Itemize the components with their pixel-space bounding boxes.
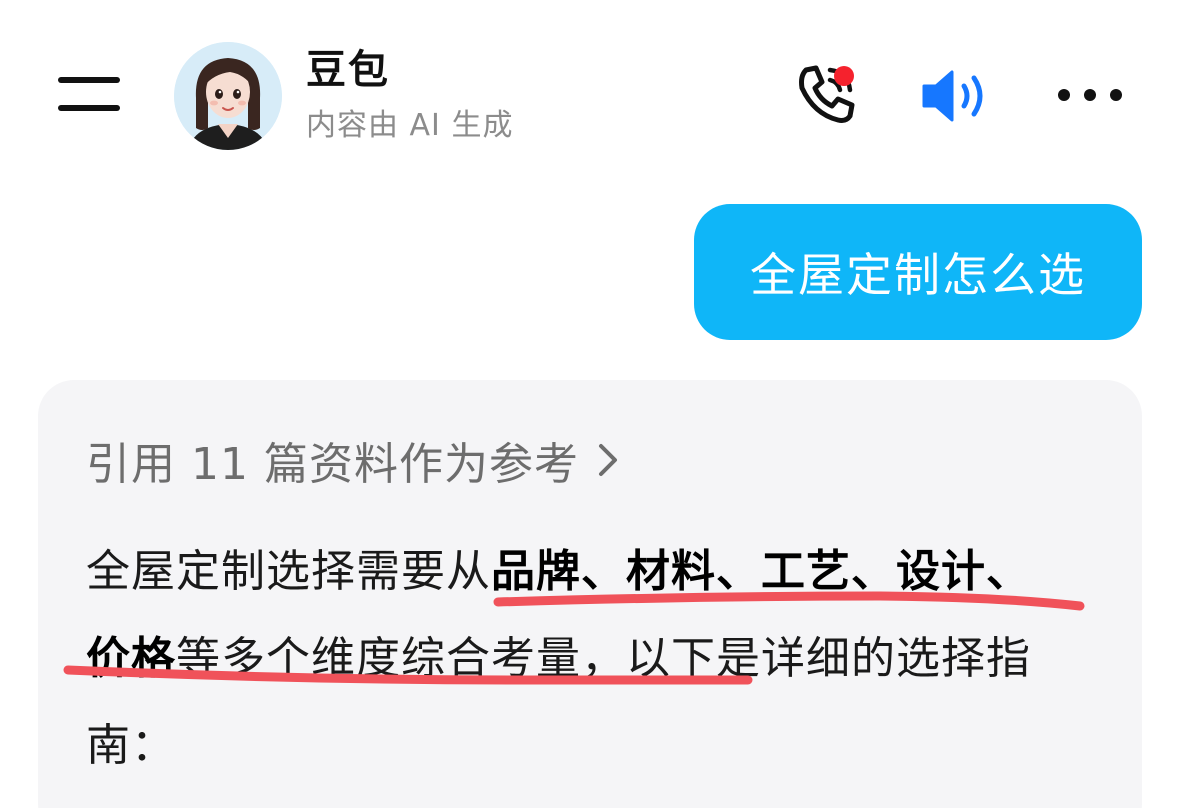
phone-call-button[interactable] — [790, 60, 866, 130]
notification-dot — [834, 66, 854, 86]
speaker-button[interactable] — [918, 66, 998, 126]
speaker-icon — [922, 70, 983, 122]
menu-button[interactable] — [58, 75, 122, 115]
references-link[interactable]: 引用 11 篇资料作为参考 — [86, 428, 621, 492]
chat-screen: 豆包 内容由 AI 生成 全屋定制怎么选 引用 11 篇资料作为参考 全屋定制选… — [0, 0, 1179, 808]
answer-intro: 全屋定制选择需要从 — [86, 546, 491, 597]
user-message-bubble[interactable]: 全屋定制怎么选 — [694, 204, 1142, 340]
answer-rest: 等多个维度综合考量，以下是详细的选择指南： — [86, 633, 1031, 771]
chevron-right-icon — [598, 444, 617, 476]
ai-disclaimer: 内容由 AI 生成 — [306, 108, 514, 143]
avatar[interactable] — [174, 42, 282, 150]
avatar-girl-icon — [174, 42, 282, 150]
phone-call-icon — [799, 65, 855, 123]
bot-message-card: 引用 11 篇资料作为参考 全屋定制选择需要从品牌、材料、工艺、设计、价格等多个… — [38, 380, 1142, 808]
more-options-button[interactable] — [1052, 80, 1128, 110]
bot-name: 豆包 — [306, 47, 390, 93]
chat-title: 豆包 内容由 AI 生成 — [306, 46, 513, 146]
user-message-text: 全屋定制怎么选 — [750, 248, 1086, 302]
references-label: 引用 11 篇资料作为参考 — [86, 439, 579, 490]
more-horizontal-icon — [1058, 89, 1122, 101]
answer-text: 全屋定制选择需要从品牌、材料、工艺、设计、价格等多个维度综合考量，以下是详细的选… — [86, 528, 1066, 789]
menu-icon — [58, 77, 120, 83]
